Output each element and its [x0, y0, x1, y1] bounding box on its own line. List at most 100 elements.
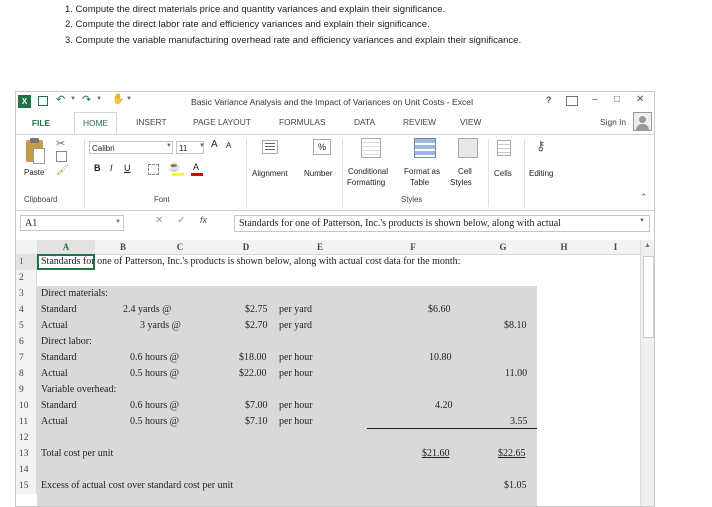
cell-e7[interactable]: per hour: [279, 352, 313, 363]
cell-d10[interactable]: $7.00: [245, 400, 268, 411]
cells-icon[interactable]: [497, 140, 511, 156]
font-color-icon[interactable]: A: [193, 162, 199, 172]
paste-label[interactable]: Paste: [24, 168, 44, 177]
underline-button[interactable]: U: [124, 163, 131, 173]
cell-a8[interactable]: Actual: [41, 368, 68, 379]
editing-button[interactable]: Editing: [529, 169, 553, 178]
cell-a10[interactable]: Standard: [41, 400, 77, 411]
tab-page-layout[interactable]: PAGE LAYOUT: [193, 117, 251, 127]
number-button[interactable]: Number: [304, 169, 332, 178]
cell-a13[interactable]: Total cost per unit: [41, 448, 113, 459]
cell-d7[interactable]: $18.00: [239, 352, 267, 363]
vertical-scrollbar[interactable]: ▲: [640, 240, 654, 506]
cut-icon[interactable]: ✂: [56, 137, 65, 150]
cell-b5[interactable]: 3 yards @: [140, 320, 181, 331]
formula-input[interactable]: Standards for one of Patterson, Inc.'s p…: [234, 215, 650, 232]
column-header-f[interactable]: F: [357, 240, 470, 255]
cell-styles-icon[interactable]: [458, 138, 478, 158]
number-format-icon[interactable]: %: [313, 139, 331, 155]
tab-insert[interactable]: INSERT: [136, 117, 167, 127]
row-header-9[interactable]: 9: [16, 382, 37, 398]
sign-in-link[interactable]: Sign In: [600, 117, 626, 127]
alignment-button[interactable]: Alignment: [252, 169, 288, 178]
column-header-g[interactable]: G: [469, 240, 538, 255]
cell-styles-label-1[interactable]: Cell: [458, 167, 472, 176]
column-header-b[interactable]: B: [95, 240, 152, 255]
cell-e8[interactable]: per hour: [279, 368, 313, 379]
format-as-table-label-1[interactable]: Format as: [404, 167, 440, 176]
row-header-2[interactable]: 2: [16, 270, 37, 286]
cell-g13[interactable]: $22.65: [498, 448, 526, 459]
cell-a15[interactable]: Excess of actual cost over standard cost…: [41, 480, 233, 491]
cell-e5[interactable]: per yard: [279, 320, 312, 331]
expand-formula-bar-icon[interactable]: ▼: [639, 218, 645, 224]
redo-dropdown-icon[interactable]: ▼: [96, 96, 102, 102]
insert-function-icon[interactable]: fx: [200, 215, 207, 225]
row-header-14[interactable]: 14: [16, 462, 37, 478]
cell-b8[interactable]: 0.5 hours @: [130, 368, 179, 379]
cell-b7[interactable]: 0.6 hours @: [130, 352, 179, 363]
font-size-dropdown-icon[interactable]: ▼: [199, 143, 205, 149]
cell-a6[interactable]: Direct labor:: [41, 336, 92, 347]
cell-d8[interactable]: $22.00: [239, 368, 267, 379]
cell-f10[interactable]: 4.20: [435, 400, 453, 411]
row-header-12[interactable]: 12: [16, 430, 37, 446]
tab-view[interactable]: VIEW: [460, 117, 481, 127]
cell-a9[interactable]: Variable overhead:: [41, 384, 116, 395]
tab-data[interactable]: DATA: [354, 117, 375, 127]
row-header-13[interactable]: 13: [16, 446, 37, 462]
enter-icon[interactable]: ✓: [177, 215, 185, 226]
close-button[interactable]: ✕: [636, 94, 644, 105]
cell-g8[interactable]: 11.00: [505, 368, 527, 379]
cell-f4[interactable]: $6.60: [428, 304, 451, 315]
cell-b4[interactable]: 2.4 yards @: [123, 304, 171, 315]
row-header-15[interactable]: 15: [16, 478, 37, 494]
conditional-formatting-icon[interactable]: [361, 138, 381, 158]
cell-g5[interactable]: $8.10: [504, 320, 527, 331]
format-as-table-label-2[interactable]: Table: [410, 178, 429, 187]
scroll-up-icon[interactable]: ▲: [644, 242, 651, 249]
cell-a4[interactable]: Standard: [41, 304, 77, 315]
save-icon[interactable]: [38, 96, 48, 106]
italic-button[interactable]: I: [110, 163, 113, 173]
row-header-11[interactable]: 11: [16, 414, 37, 430]
cell-a1[interactable]: Standards for one of Patterson, Inc.'s p…: [41, 256, 460, 267]
cell-f7[interactable]: 10.80: [429, 352, 452, 363]
row-header-4[interactable]: 4: [16, 302, 37, 318]
row-header-8[interactable]: 8: [16, 366, 37, 382]
cell-b11[interactable]: 0.5 hours @: [130, 416, 179, 427]
conditional-formatting-label-2[interactable]: Formatting: [347, 178, 385, 187]
column-header-d[interactable]: D: [209, 240, 284, 255]
select-all-corner[interactable]: [16, 240, 38, 255]
tab-review[interactable]: REVIEW: [403, 117, 436, 127]
row-header-7[interactable]: 7: [16, 350, 37, 366]
row-header-5[interactable]: 5: [16, 318, 37, 334]
bold-button[interactable]: B: [94, 163, 101, 173]
undo-icon[interactable]: ↶: [56, 93, 65, 106]
column-header-a[interactable]: A: [37, 240, 96, 255]
paste-icon[interactable]: [26, 138, 45, 164]
avatar[interactable]: [633, 112, 652, 131]
column-header-c[interactable]: C: [151, 240, 210, 255]
tab-formulas[interactable]: FORMULAS: [279, 117, 326, 127]
cell-a11[interactable]: Actual: [41, 416, 68, 427]
name-box[interactable]: A1: [20, 215, 124, 231]
font-name-dropdown-icon[interactable]: ▼: [166, 143, 172, 149]
grow-font-icon[interactable]: A: [211, 139, 218, 150]
cell-d5[interactable]: $2.70: [245, 320, 268, 331]
cancel-icon[interactable]: ✕: [155, 215, 163, 226]
cell-styles-label-2[interactable]: Styles: [450, 178, 472, 187]
undo-dropdown-icon[interactable]: ▼: [70, 96, 76, 102]
tab-file[interactable]: FILE: [16, 112, 66, 134]
cell-f13[interactable]: $21.60: [422, 448, 450, 459]
scrollbar-thumb[interactable]: [643, 256, 654, 338]
cell-g11[interactable]: 3.55: [510, 416, 528, 427]
row-header-10[interactable]: 10: [16, 398, 37, 414]
font-name-select[interactable]: Calibri: [89, 141, 173, 154]
cell-a3[interactable]: Direct materials:: [41, 288, 108, 299]
borders-icon[interactable]: [148, 164, 159, 175]
help-icon[interactable]: ?: [546, 95, 552, 105]
cell-g15[interactable]: $1.05: [504, 480, 527, 491]
find-binoculars-icon[interactable]: ⚷: [536, 138, 546, 154]
column-header-h[interactable]: H: [537, 240, 592, 255]
